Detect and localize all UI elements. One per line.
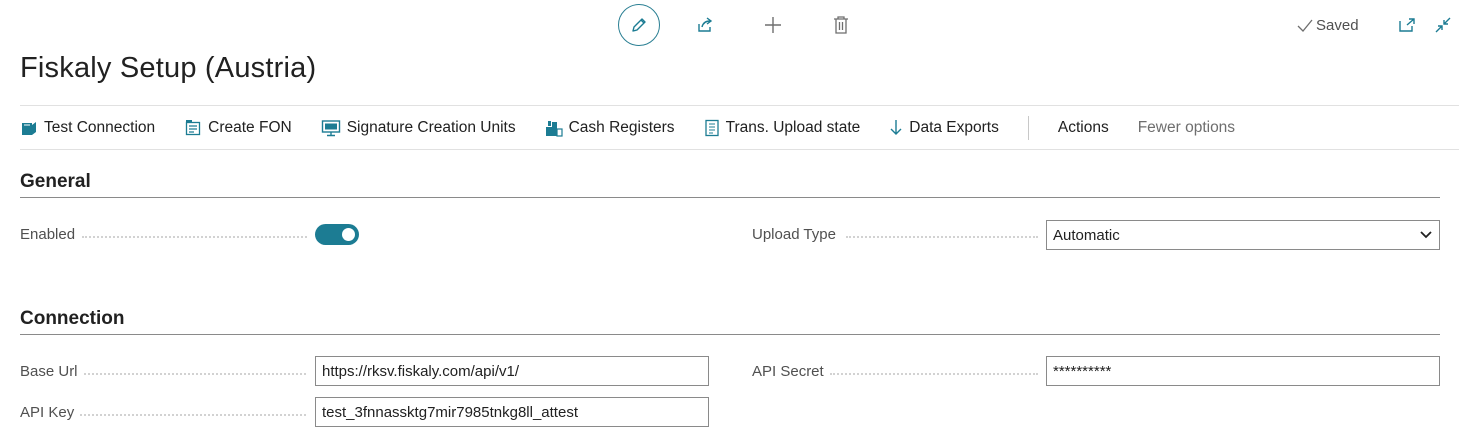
connection-section-title: Connection [20,308,125,329]
upload-type-value: Automatic [1053,226,1120,244]
trash-icon [834,16,848,34]
fewer-options-label: Fewer options [1137,119,1236,136]
toggle-knob [342,228,355,241]
pencil-icon [632,18,646,32]
create-fon-label: Create FON [208,119,292,136]
api-key-input[interactable]: test_3fnnassktg7mir7985tnkg8ll_attest [315,397,709,427]
data-exports-label: Data Exports [909,119,999,136]
api-key-label: API Key [20,404,75,421]
create-fon-action[interactable]: Create FON [184,119,292,137]
cash-registers-label: Cash Registers [568,119,675,136]
upload-type-select[interactable]: Automatic [1046,220,1440,250]
open-new-window-button[interactable] [1396,15,1418,35]
signature-creation-units-action[interactable]: Signature Creation Units [321,119,516,137]
action-separator [1027,116,1029,140]
base-url-value: https://rksv.fiskaly.com/api/v1/ [322,362,519,380]
page-title: Fiskaly Setup (Austria) [20,52,317,84]
test-connection-action[interactable]: Test Connection [20,119,155,137]
upload-type-leader-dots [846,236,1038,238]
new-button[interactable] [762,14,784,36]
api-secret-input[interactable]: ********** [1046,356,1440,386]
edit-button[interactable] [618,4,660,46]
collapse-button[interactable] [1432,15,1454,35]
enabled-leader-dots [82,236,307,238]
base-url-leader-dots [84,373,306,375]
share-icon [698,17,713,32]
share-button[interactable] [694,14,716,36]
cash-register-icon [545,121,563,137]
saved-label: Saved [1316,17,1359,34]
upload-type-label: Upload Type [752,226,836,243]
signature-creation-units-label: Signature Creation Units [346,119,516,136]
test-connection-label: Test Connection [44,119,156,136]
api-secret-value: ********** [1053,362,1112,380]
saved-status: Saved [1296,17,1359,34]
delete-button[interactable] [830,14,852,36]
collapse-icon [1435,17,1451,33]
test-connection-icon [22,122,36,135]
checkmark-icon [1297,19,1313,32]
download-arrow-icon [890,120,902,135]
monitor-icon [321,120,340,137]
divider-actions [20,149,1459,150]
open-in-new-window-icon [1399,18,1415,32]
divider-top [20,105,1459,106]
enabled-toggle[interactable] [315,224,359,245]
general-section-line [20,197,1440,198]
create-fon-icon [186,120,201,136]
cash-registers-action[interactable]: Cash Registers [545,119,675,137]
trans-upload-state-action[interactable]: Trans. Upload state [704,119,861,137]
fewer-options-button[interactable]: Fewer options [1138,119,1235,137]
api-key-value: test_3fnnassktg7mir7985tnkg8ll_attest [322,403,578,421]
connection-section-line [20,334,1440,335]
base-url-label: Base Url [20,363,78,380]
general-section-title: General [20,171,91,192]
api-secret-label: API Secret [752,363,824,380]
api-secret-leader-dots [830,373,1038,375]
trans-upload-state-label: Trans. Upload state [725,119,861,136]
data-exports-action[interactable]: Data Exports [889,119,999,137]
document-icon [704,119,719,137]
chevron-down-icon [1420,231,1432,239]
enabled-label: Enabled [20,226,76,243]
base-url-input[interactable]: https://rksv.fiskaly.com/api/v1/ [315,356,709,386]
action-bar: Test Connection Create FON Signature Cre… [20,107,1264,149]
api-key-leader-dots [80,414,306,416]
actions-menu-label: Actions [1057,119,1109,136]
actions-menu[interactable]: Actions [1058,119,1109,137]
plus-icon [765,17,781,33]
